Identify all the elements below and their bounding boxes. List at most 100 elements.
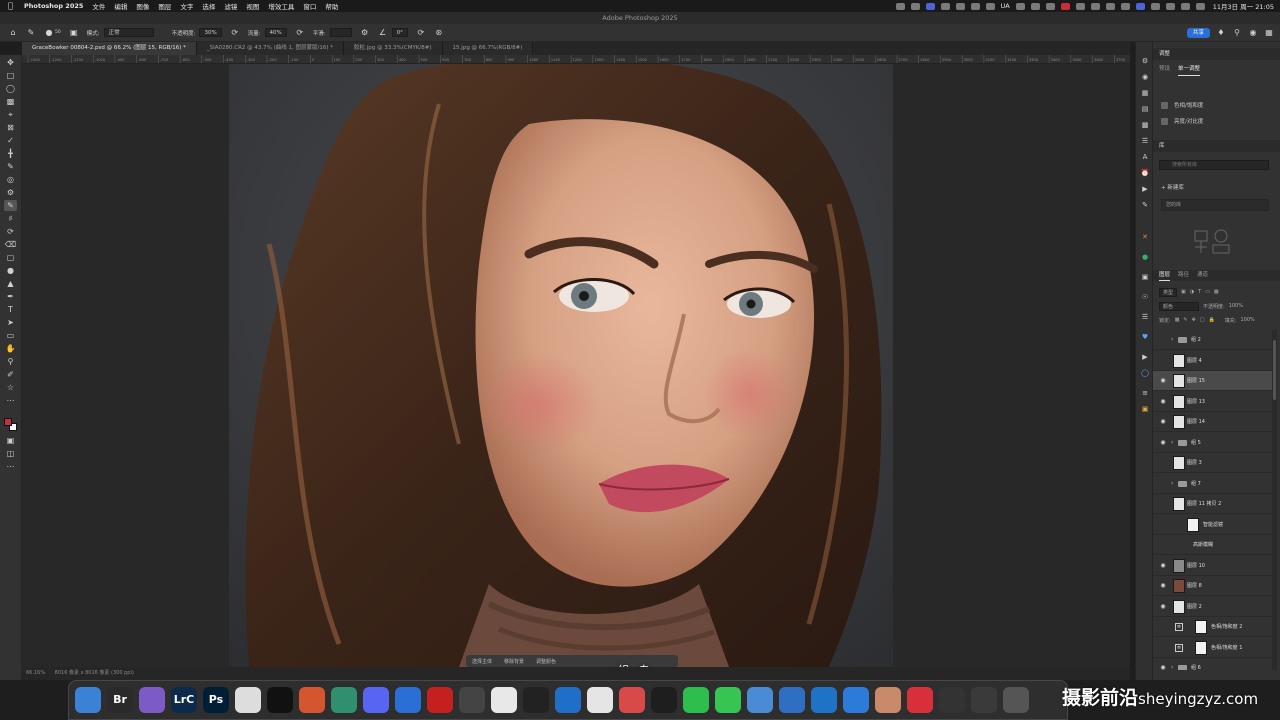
filter-shape-icon[interactable]: ▭ [1205,289,1210,295]
tab-single-adjustment[interactable]: 单一调整 [1178,64,1201,76]
layer-row[interactable]: 高斯模糊 [1153,535,1272,555]
workspace-icon[interactable]: ◉ [1248,28,1258,38]
dock-photoshop-icon[interactable]: Ps [203,687,229,713]
app-menu[interactable]: Photoshop 2025 [24,2,83,10]
opacity-field[interactable]: 30% [199,28,222,37]
dock-qq-icon[interactable] [651,687,677,713]
tray-dot-icon[interactable] [1075,2,1085,10]
brush-panel-icon[interactable]: ✎ [1140,200,1150,210]
brush-tool-icon[interactable]: ✎ [26,28,36,38]
filter-pixel-icon[interactable]: ▣ [1181,289,1186,295]
layer-row[interactable]: ◉ 图层 14 [1153,412,1272,432]
tab-document-2[interactable]: _SIA0280.CR2 @ 43.7% (曲线 1, 图层蒙版/16) * [196,42,344,55]
tab-channels[interactable]: 通道 [1197,270,1208,281]
properties-panel-icon[interactable]: ☰ [1140,136,1150,146]
dock-recorder-icon[interactable] [459,687,485,713]
menu-select[interactable]: 选择 [202,1,215,11]
hand-tool-icon[interactable]: ✋ [4,343,17,354]
red-eye-tool-icon[interactable]: ⚙ [4,187,17,198]
menu-file[interactable]: 文件 [92,1,105,11]
select-subject-button[interactable]: 选择主体 [472,658,492,665]
dock-safari-icon[interactable] [971,687,997,713]
bell-icon[interactable]: ♦ [1216,28,1226,38]
plugin-circle-icon[interactable]: ◯ [1140,368,1150,378]
libraries-panel-title[interactable]: 库 [1153,140,1280,152]
filter-adjust-icon[interactable]: ◑ [1190,289,1194,295]
dock-avatar-app-icon[interactable] [875,687,901,713]
shape-tool-icon[interactable]: ▭ [4,330,17,341]
eye-icon[interactable]: ◉ [1159,439,1167,447]
dock-bridge-icon[interactable]: Br [107,687,133,713]
layer-row[interactable]: › 组 2 [1153,330,1272,350]
more-tools-icon[interactable]: ⋯ [4,395,17,406]
plugin-heart-icon[interactable]: ♥ [1140,332,1150,342]
dock-discord-icon[interactable] [363,687,389,713]
lock-all-icon[interactable]: 🔒 [1209,317,1215,323]
smoothing-field[interactable] [329,28,352,37]
layer-thumbnail[interactable] [1173,456,1185,470]
filter-mask-thumbnail[interactable] [1187,517,1199,532]
menubar-clock[interactable]: 11月3日 周一 21:05 [1213,1,1274,11]
adjustments-panel-icon[interactable]: ⚙ [1140,56,1150,66]
marquee-tool-icon[interactable]: □ [4,70,17,81]
patterns-panel-icon[interactable]: ▩ [1140,120,1150,130]
tray-mirror-icon[interactable] [910,2,920,10]
eyedropper-tool-icon[interactable]: ✓ [4,135,17,146]
eye-icon[interactable] [1159,500,1167,508]
menu-view[interactable]: 视图 [246,1,259,11]
object-select-tool-icon[interactable]: ▩ [4,96,17,107]
history-brush-tool-icon[interactable]: ⟳ [4,226,17,237]
menu-filter[interactable]: 滤镜 [224,1,237,11]
pen-tool-icon[interactable]: ✒ [4,291,17,302]
dock-chrome-alt-icon[interactable] [299,687,325,713]
eye-icon[interactable] [1159,541,1167,549]
library-search-input[interactable]: 搜索所有库 [1159,160,1269,170]
angle-icon[interactable]: ∠ [378,28,388,38]
dock-photo-booth-icon[interactable] [427,687,453,713]
gradient-panel-icon[interactable]: ▤ [1140,104,1150,114]
dock-capture-one-icon[interactable] [235,687,261,713]
tray-cloud-icon[interactable] [955,2,965,10]
home-icon[interactable]: ⌂ [8,28,18,38]
tab-layers[interactable]: 图层 [1159,270,1171,281]
history-panel-icon[interactable]: ⏰ [1140,168,1150,178]
swatches-panel-icon[interactable]: ▦ [1140,88,1150,98]
quick-mask-icon[interactable]: ▣ [4,435,17,446]
library-name[interactable]: 您的库 [1161,199,1269,211]
tray-pdf-icon[interactable] [1060,2,1070,10]
clone-stamp-tool-icon[interactable]: ♯ [4,213,17,224]
eye-icon[interactable]: ◉ [1159,603,1167,611]
eye-icon[interactable] [1159,336,1167,344]
canvas-area[interactable] [22,64,1130,667]
layer-thumbnail[interactable] [1173,353,1185,368]
plugin-ra-icon[interactable]: ● [1140,252,1150,262]
layer-row[interactable]: › 组 7 [1153,474,1272,494]
eye-icon[interactable] [1159,623,1167,631]
layers-scrollbar[interactable] [1272,330,1277,670]
wifi-icon[interactable] [1150,2,1160,10]
adjustment-item-hue-saturation[interactable]: 色相/饱和度 [1161,101,1203,109]
dock-wechat-icon[interactable] [683,687,709,713]
tray-app-icon[interactable] [925,2,935,10]
menu-help[interactable]: 帮助 [325,1,338,11]
tab-presets[interactable]: 预设 [1159,64,1170,76]
tray-diamond-icon[interactable] [940,2,950,10]
tab-paths[interactable]: 路径 [1178,270,1189,281]
dock-mail-icon[interactable] [587,687,613,713]
dock-netease-music-icon[interactable] [907,687,933,713]
lock-pixels-icon[interactable]: ▩ [1175,317,1180,323]
brush-tool-icon[interactable]: ✎ [4,200,17,211]
plugin-eye-icon[interactable]: ☉ [1140,292,1150,302]
panels-icon[interactable]: ▦ [1264,28,1274,38]
chevron-right-icon[interactable]: › [1171,438,1173,448]
eye-icon[interactable]: ◉ [1159,377,1167,385]
tray-eye-icon[interactable] [970,2,980,10]
dock-settings-icon[interactable] [1003,687,1029,713]
layer-row[interactable]: ◉ 图层 8 [1153,576,1272,596]
type-panel-icon[interactable]: A [1140,152,1150,162]
spot-heal-tool-icon[interactable]: ╋ [4,148,17,159]
tray-window-icon[interactable] [1135,2,1145,10]
filter-type-icon[interactable]: T [1198,289,1201,295]
siri-icon[interactable] [1195,2,1205,10]
layer-row[interactable]: ≣ 色相/饱和度 1 [1153,638,1272,658]
